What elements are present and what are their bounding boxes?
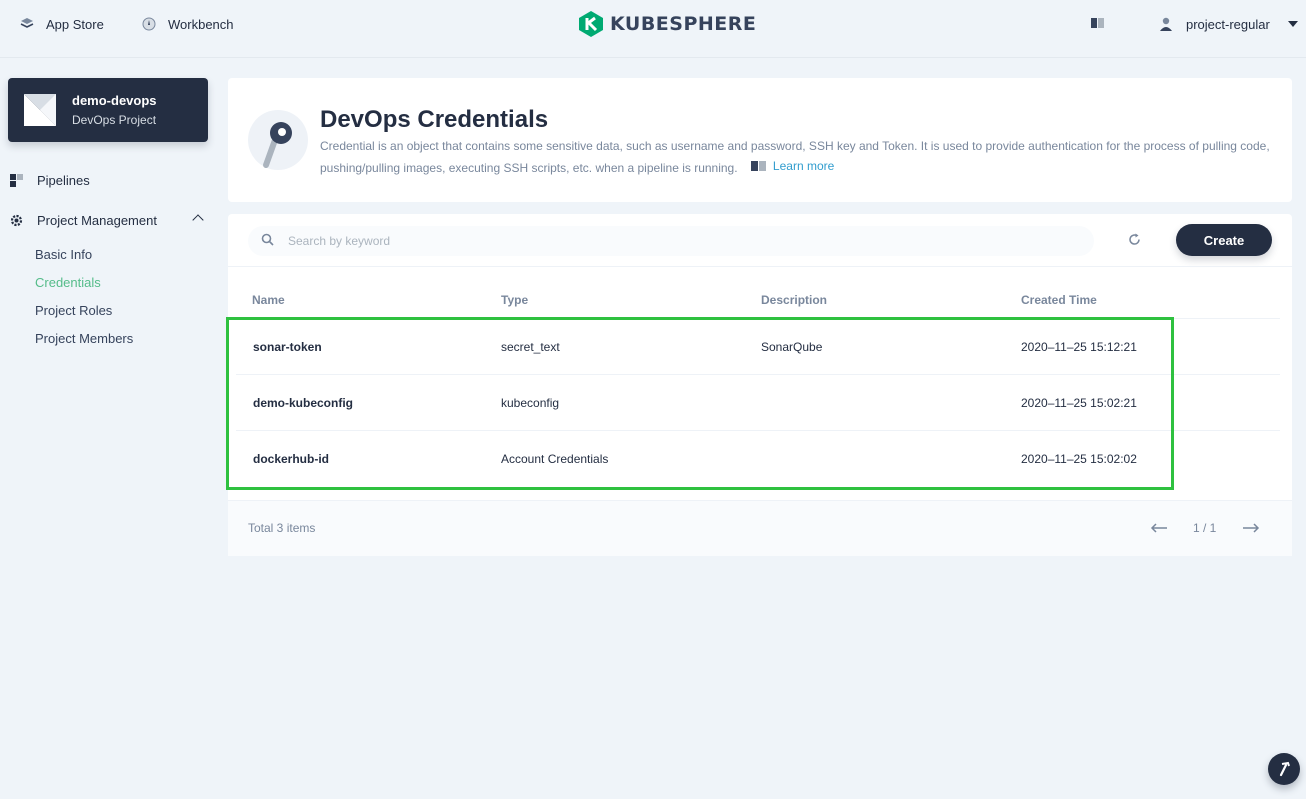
project-management-label: Project Management	[37, 212, 157, 228]
project-logo-icon	[24, 94, 56, 126]
credentials-panel: Create Name Type Description Created Tim…	[228, 214, 1292, 556]
credential-type: Account Credentials	[501, 452, 609, 466]
app-store-icon	[20, 18, 34, 28]
app-store-link[interactable]: App Store	[20, 15, 104, 33]
credential-created-time: 2020–11–25 15:02:02	[1021, 452, 1137, 466]
credential-created-time: 2020–11–25 15:02:21	[1021, 396, 1137, 410]
docs-icon[interactable]	[1091, 17, 1105, 29]
kubesphere-logo[interactable]: KUBESPHERE	[578, 10, 756, 38]
toolbar: Create	[228, 214, 1292, 266]
learn-more-label: Learn more	[772, 159, 835, 173]
table-row[interactable]: dockerhub-id Account Credentials 2020–11…	[236, 430, 1280, 486]
logo-text: KUBESPHERE	[610, 13, 757, 35]
pipelines-icon	[10, 173, 23, 187]
table-header: Name Type Description Created Time	[228, 266, 1292, 319]
column-header-name[interactable]: Name	[252, 293, 285, 307]
learn-more-link[interactable]: Learn more	[750, 156, 835, 176]
credential-name-link[interactable]: dockerhub-id	[253, 452, 329, 466]
next-page-button[interactable]	[1242, 520, 1260, 536]
arrow-right-icon	[1243, 523, 1260, 533]
search-icon	[261, 233, 274, 246]
username: project-regular	[1186, 16, 1270, 32]
project-card[interactable]: demo-devops DevOps Project	[8, 78, 208, 142]
sidebar-item-project-management[interactable]: Project Management	[10, 210, 157, 230]
create-button[interactable]: Create	[1176, 224, 1272, 256]
refresh-icon[interactable]	[1128, 233, 1141, 246]
top-bar: App Store Workbench KUBESPHERE project-r…	[0, 0, 1306, 58]
prev-page-button[interactable]	[1150, 520, 1168, 536]
column-header-description[interactable]: Description	[761, 293, 827, 307]
sidebar-item-project-members[interactable]: Project Members	[35, 331, 133, 346]
pipelines-label: Pipelines	[37, 172, 90, 188]
credential-name-link[interactable]: sonar-token	[253, 340, 322, 354]
chevron-down-icon	[1287, 21, 1298, 27]
sidebar-item-pipelines[interactable]: Pipelines	[10, 170, 90, 190]
sidebar-item-project-roles[interactable]: Project Roles	[35, 303, 112, 318]
credential-type: secret_text	[501, 340, 560, 354]
workbench-label: Workbench	[168, 16, 234, 32]
credential-description: SonarQube	[761, 340, 823, 354]
sidebar-item-basic-info[interactable]: Basic Info	[35, 247, 92, 262]
key-icon	[248, 110, 308, 170]
hammer-icon	[1279, 761, 1290, 777]
total-count: Total 3 items	[248, 521, 316, 535]
workbench-link[interactable]: Workbench	[142, 15, 234, 33]
search-input[interactable]	[248, 226, 1094, 256]
credential-type: kubeconfig	[501, 396, 560, 410]
page-indicator: 1 / 1	[1193, 521, 1217, 535]
column-header-type[interactable]: Type	[501, 293, 528, 307]
credential-name-link[interactable]: demo-kubeconfig	[253, 396, 353, 410]
table-footer: Total 3 items 1 / 1	[228, 500, 1292, 556]
column-header-created-time[interactable]: Created Time	[1021, 293, 1097, 307]
workbench-icon	[142, 17, 156, 31]
page-description: Credential is an object that contains so…	[320, 136, 1270, 178]
page-banner: DevOps Credentials Credential is an obje…	[228, 78, 1292, 202]
table-row[interactable]: demo-kubeconfig kubeconfig 2020–11–25 15…	[236, 374, 1280, 430]
arrow-left-icon	[1150, 523, 1167, 533]
user-icon	[1160, 17, 1172, 31]
kubesphere-logo-icon	[579, 11, 603, 37]
app-store-label: App Store	[46, 16, 104, 32]
sidebar-item-credentials[interactable]: Credentials	[35, 275, 101, 290]
page-title: DevOps Credentials	[320, 106, 549, 133]
gear-icon	[10, 214, 23, 226]
chevron-up-icon[interactable]	[192, 214, 204, 226]
user-menu[interactable]: project-regular	[1160, 15, 1298, 33]
credential-created-time: 2020–11–25 15:12:21	[1021, 340, 1137, 354]
table-row[interactable]: sonar-token secret_text SonarQube 2020–1…	[236, 318, 1280, 374]
toolbox-button[interactable]	[1268, 753, 1300, 785]
project-type: DevOps Project	[72, 113, 157, 127]
book-icon	[750, 161, 766, 171]
project-name: demo-devops	[72, 93, 157, 108]
